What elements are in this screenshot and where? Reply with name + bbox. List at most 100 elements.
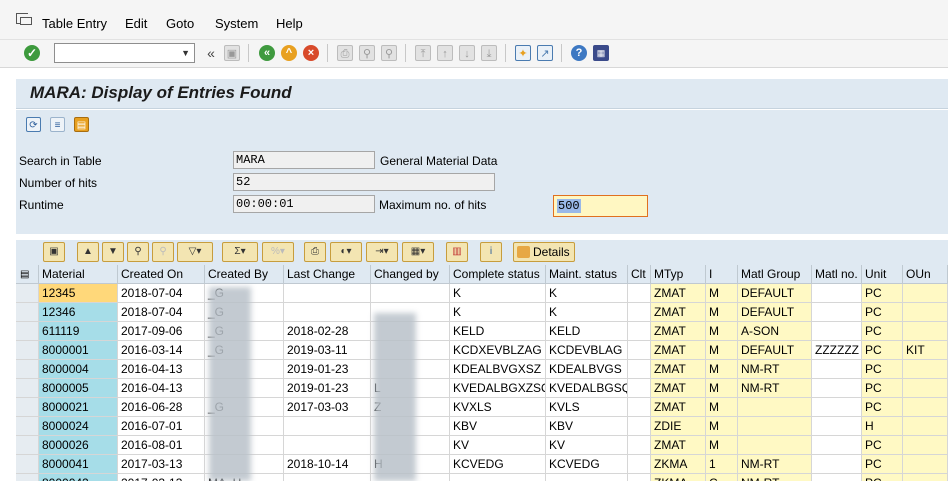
table-cell[interactable]: 2018-02-28 — [284, 322, 371, 341]
table-cell[interactable]: KCDXEVBLZAG — [450, 341, 546, 360]
table-cell[interactable]: 8000026 — [39, 436, 118, 455]
table-cell[interactable] — [812, 398, 862, 417]
table-cell[interactable]: ZMAT — [651, 341, 706, 360]
details-button[interactable]: Details — [513, 242, 575, 262]
table-cell[interactable]: KCVEDG — [546, 455, 628, 474]
column-header[interactable]: Created On — [118, 265, 205, 284]
table-cell[interactable]: KVEDALBGXZSQ — [450, 379, 546, 398]
views-icon[interactable]: ◐▾ — [330, 242, 362, 262]
table-cell[interactable] — [628, 360, 651, 379]
table-cell[interactable]: 8000021 — [39, 398, 118, 417]
table-cell[interactable]: KV — [450, 436, 546, 455]
export-icon[interactable]: ⇥▾ — [366, 242, 398, 262]
table-cell[interactable]: H — [862, 417, 903, 436]
table-row[interactable]: 80000012016-03-14_G2019-03-11KCDXEVBLZAG… — [16, 341, 948, 360]
table-cell[interactable] — [812, 303, 862, 322]
table-cell[interactable]: 2016-06-28 — [118, 398, 205, 417]
table-row[interactable]: 80000052016-04-132019-01-23LKVEDALBGXZSQ… — [16, 379, 948, 398]
table-cell[interactable] — [812, 360, 862, 379]
table-cell[interactable]: 2019-01-23 — [284, 379, 371, 398]
find-icon[interactable]: ⚲ — [127, 242, 149, 262]
table-cell[interactable] — [628, 284, 651, 303]
column-header[interactable]: OUn — [903, 265, 948, 284]
table-cell[interactable]: 8000042 — [39, 474, 118, 481]
total-icon[interactable]: Σ▾ — [222, 242, 258, 262]
table-cell[interactable] — [812, 284, 862, 303]
table-cell[interactable] — [903, 360, 948, 379]
table-cell[interactable]: KV — [546, 436, 628, 455]
table-cell[interactable]: ZKMA — [651, 455, 706, 474]
row-selector[interactable] — [16, 322, 39, 341]
table-cell[interactable]: KCDEVBLAG — [546, 341, 628, 360]
table-cell[interactable]: PC — [862, 436, 903, 455]
table-cell[interactable]: PC — [862, 303, 903, 322]
table-cell[interactable] — [284, 303, 371, 322]
table-cell[interactable] — [903, 436, 948, 455]
table-cell[interactable]: PC — [862, 455, 903, 474]
table-cell[interactable] — [628, 436, 651, 455]
table-row[interactable]: 8000026 2016-08-01 KV KV ZMAT M PC — [16, 436, 948, 455]
refresh-icon[interactable]: ⟳ — [26, 117, 41, 132]
table-cell[interactable] — [812, 379, 862, 398]
back-icon[interactable]: « — [259, 45, 275, 61]
table-cell[interactable]: A-SON — [738, 322, 812, 341]
table-cell[interactable] — [628, 303, 651, 322]
table-cell[interactable]: 611119 — [39, 322, 118, 341]
menu-system[interactable]: System — [215, 16, 258, 31]
table-cell[interactable] — [812, 455, 862, 474]
table-cell[interactable]: KCVEDG — [450, 455, 546, 474]
table-cell[interactable]: 2019-03-11 — [284, 341, 371, 360]
row-selector[interactable] — [16, 379, 39, 398]
table-cell[interactable] — [812, 417, 862, 436]
table-cell[interactable]: ZMAT — [651, 303, 706, 322]
table-cell[interactable] — [903, 398, 948, 417]
filter-icon[interactable]: ▽▾ — [177, 242, 213, 262]
cancel-icon[interactable]: × — [303, 45, 319, 61]
table-cell[interactable] — [628, 379, 651, 398]
column-header[interactable]: Complete status — [450, 265, 546, 284]
menu-edit[interactable]: Edit — [125, 16, 147, 31]
table-cell[interactable]: ZMAT — [651, 436, 706, 455]
info-icon[interactable]: ⅰ — [480, 242, 502, 262]
column-header[interactable]: Clt — [628, 265, 651, 284]
create-session-icon[interactable]: ✦ — [515, 45, 531, 61]
table-cell[interactable]: K — [450, 303, 546, 322]
table-cell[interactable]: ZMAT — [651, 284, 706, 303]
table-cell[interactable]: 2018-07-04 — [118, 284, 205, 303]
table-cell[interactable]: 2017-03-13 — [118, 455, 205, 474]
table-cell[interactable] — [284, 436, 371, 455]
table-cell[interactable] — [903, 322, 948, 341]
table-cell[interactable]: KBV — [546, 417, 628, 436]
table-cell[interactable]: PC — [862, 474, 903, 481]
graphic-icon[interactable]: ▥ — [446, 242, 468, 262]
table-cell[interactable]: 2016-07-01 — [118, 417, 205, 436]
table-cell[interactable]: KDEALBVGS — [546, 360, 628, 379]
select-all-icon[interactable]: ▤ — [16, 265, 39, 284]
sort-descending-icon[interactable]: ▼ — [102, 242, 124, 262]
table-cell[interactable]: ZMAT — [651, 398, 706, 417]
table-cell[interactable]: ZMAT — [651, 360, 706, 379]
number-of-entries-icon[interactable]: ▤ — [74, 117, 89, 132]
table-cell[interactable]: DEFAULT — [738, 284, 812, 303]
layout-icon[interactable]: ▦▾ — [402, 242, 434, 262]
row-selector[interactable] — [16, 303, 39, 322]
table-cell[interactable]: 12345 — [39, 284, 118, 303]
table-cell[interactable]: PC — [862, 360, 903, 379]
table-cell[interactable]: M — [706, 360, 738, 379]
table-row[interactable]: 6111192017-09-06_G2018-02-28KELDKELDZMAT… — [16, 322, 948, 341]
table-cell[interactable]: KELD — [546, 322, 628, 341]
enter-check-icon[interactable]: ✓ — [24, 45, 40, 61]
table-cell[interactable]: 2016-08-01 — [118, 436, 205, 455]
table-cell[interactable]: ZMAT — [651, 379, 706, 398]
table-cell[interactable]: ZMAT — [651, 322, 706, 341]
max-hits-input[interactable]: 500 — [553, 195, 648, 217]
table-cell[interactable]: PC — [862, 398, 903, 417]
shortcut-icon[interactable]: ↗ — [537, 45, 553, 61]
table-cell[interactable]: NM-RT — [738, 474, 812, 481]
settings-icon[interactable]: ≡ — [50, 117, 65, 132]
table-row[interactable]: 8000004 2016-04-13 2019-01-23 KDEALBVGXSZ KD… — [16, 360, 948, 379]
table-cell[interactable]: ZZZZZZ — [812, 341, 862, 360]
table-row[interactable]: 8000024 2016-07-01 KBV KBV ZDIE M H — [16, 417, 948, 436]
column-header[interactable]: Matl Group — [738, 265, 812, 284]
table-cell[interactable]: KVLS — [546, 398, 628, 417]
